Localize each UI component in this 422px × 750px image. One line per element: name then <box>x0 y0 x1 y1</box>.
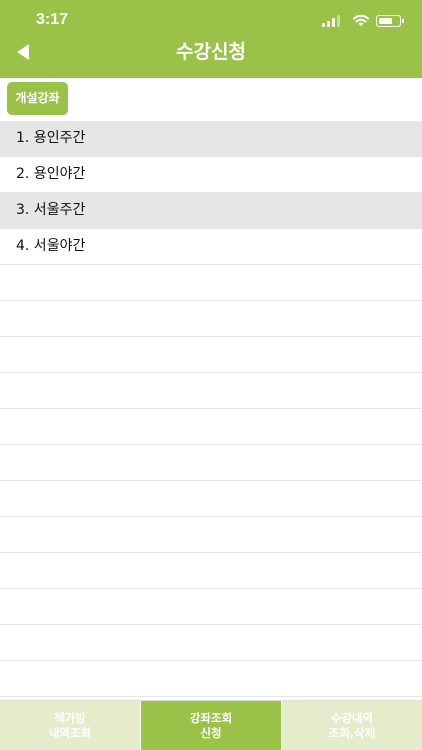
empty-row <box>0 661 422 697</box>
page-title: 수강신청 <box>176 41 246 63</box>
empty-row <box>0 481 422 517</box>
tab-label-line2: 내역조회 <box>48 725 92 740</box>
battery-icon <box>376 15 404 27</box>
header-bar: 3:17 수강신청 <box>0 0 422 78</box>
list-item-seoul-night[interactable]: 4. 서울야간 <box>0 229 422 265</box>
tab-course-search-apply[interactable]: 강좌조회 신청 <box>140 701 281 750</box>
campus-list: 1. 용인주간 2. 용인야간 3. 서울주간 4. 서울야간 <box>0 121 422 697</box>
empty-row <box>0 517 422 553</box>
tab-label-line1: 책가방 <box>54 710 86 725</box>
open-courses-button[interactable]: 개설강좌 <box>7 82 68 115</box>
app-screen: 3:17 수강신청 개설강좌 1. 용인주간 2. 용인야간 3. 서울주간 4… <box>0 0 422 750</box>
empty-row <box>0 553 422 589</box>
tab-label-line1: 수강내역 <box>330 710 374 725</box>
list-item-label: 3. 서울주간 <box>16 202 86 218</box>
tab-bookbag-history[interactable]: 책가방 내역조회 <box>0 701 140 750</box>
tab-label-line2: 조회,삭제 <box>328 725 376 740</box>
list-item-yongin-night[interactable]: 2. 용인야간 <box>0 157 422 193</box>
tab-enrollment-history[interactable]: 수강내역 조회,삭제 <box>281 701 422 750</box>
empty-row <box>0 625 422 661</box>
tab-label-line2: 신청 <box>200 725 222 740</box>
status-icons <box>322 13 404 29</box>
status-bar: 3:17 <box>0 0 422 40</box>
list-item-label: 1. 용인주간 <box>16 130 86 146</box>
toolbar: 개설강좌 <box>0 78 422 121</box>
list-item-label: 4. 서울야간 <box>16 238 86 254</box>
bottom-tab-bar: 책가방 내역조회 강좌조회 신청 수강내역 조회,삭제 <box>0 700 422 750</box>
battery-fill <box>378 17 392 24</box>
empty-row <box>0 373 422 409</box>
list-item-seoul-day[interactable]: 3. 서울주간 <box>0 193 422 229</box>
list-item-yongin-day[interactable]: 1. 용인주간 <box>0 121 422 157</box>
tab-label-line1: 강좌조회 <box>189 710 233 725</box>
wifi-icon <box>353 14 369 27</box>
list-item-label: 2. 용인야간 <box>16 166 86 182</box>
empty-row <box>0 589 422 625</box>
empty-row <box>0 445 422 481</box>
empty-row <box>0 301 422 337</box>
empty-row <box>0 265 422 301</box>
signal-icon <box>322 15 342 27</box>
status-time: 3:17 <box>36 11 69 28</box>
empty-row <box>0 409 422 445</box>
empty-row <box>0 337 422 373</box>
